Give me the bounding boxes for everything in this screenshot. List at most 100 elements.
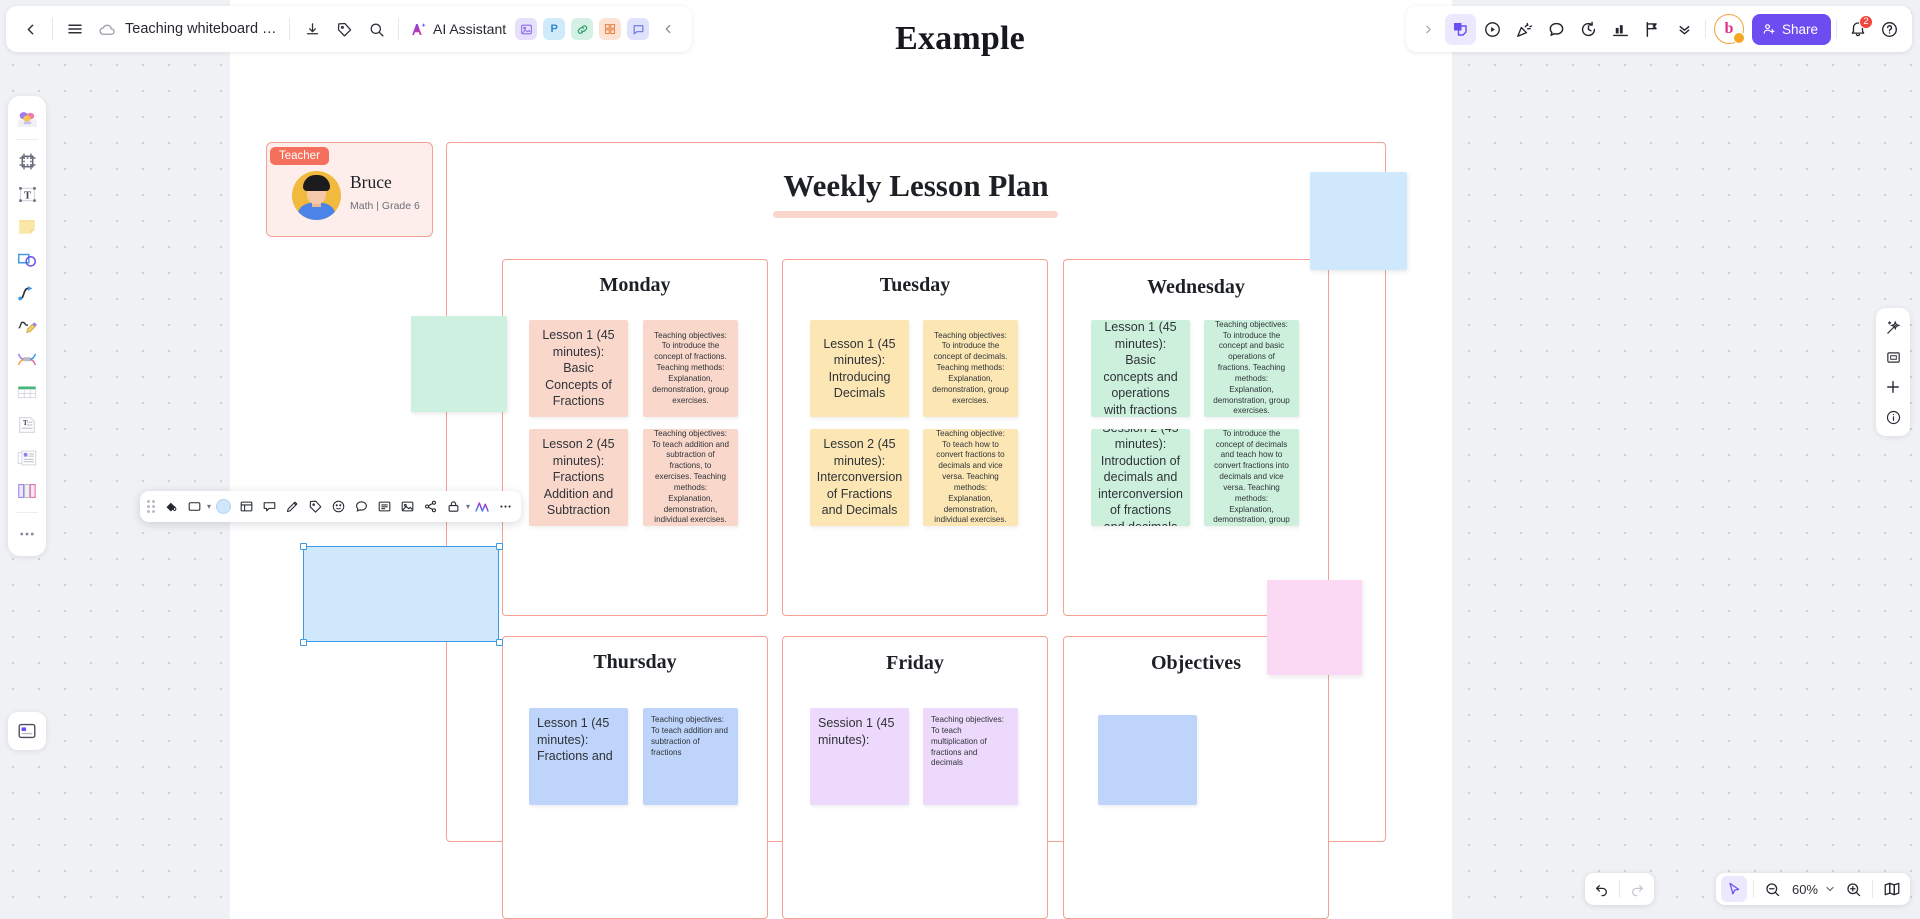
resize-handle-bottom-right[interactable]: [496, 639, 503, 646]
link-app-chip[interactable]: [571, 18, 594, 40]
note-tuesday-lesson-2-title[interactable]: Lesson 2 (45 minutes): Interconversion o…: [810, 429, 909, 526]
fit-screen-icon[interactable]: [1879, 343, 1907, 371]
question-circle-icon[interactable]: [1874, 14, 1905, 45]
note-tuesday-lesson-2-detail[interactable]: Teaching objective: To teach how to conv…: [923, 429, 1018, 526]
cursor-flag-icon[interactable]: [1637, 14, 1668, 45]
connector-line-icon[interactable]: [12, 278, 42, 308]
back-button[interactable]: [14, 13, 46, 45]
chevron-down-icon-lock[interactable]: ▾: [466, 502, 470, 511]
presentation-app-chip[interactable]: P: [543, 18, 566, 40]
user-avatar[interactable]: b: [1713, 14, 1745, 44]
day-title-monday: Monday: [599, 274, 671, 296]
divider: [1836, 20, 1837, 38]
comment-icon[interactable]: [350, 496, 372, 518]
selected-blue-shape[interactable]: [303, 546, 499, 642]
share-node-icon[interactable]: [419, 496, 441, 518]
note-friday-lesson-1-title[interactable]: Session 1 (45 minutes):: [810, 708, 909, 805]
note-monday-lesson-1-title[interactable]: Lesson 1 (45 minutes): Basic Concepts of…: [529, 320, 628, 417]
sticky-note-tool-icon[interactable]: [1444, 13, 1476, 45]
note-objectives-placeholder[interactable]: [1098, 715, 1197, 805]
ai-magic-icon[interactable]: [471, 496, 493, 518]
vote-chart-icon[interactable]: [1605, 14, 1636, 45]
pen-icon[interactable]: [281, 496, 303, 518]
note-tuesday-lesson-1-detail[interactable]: Teaching objectives: To introduce the co…: [923, 320, 1018, 417]
color-swatch-icon[interactable]: [212, 496, 234, 518]
sticky-note-icon[interactable]: [12, 212, 42, 242]
fill-color-icon[interactable]: [160, 496, 182, 518]
note-wednesday-lesson-1-detail[interactable]: Teaching objectives: To introduce the co…: [1204, 320, 1299, 417]
comment-bubble-icon[interactable]: [1541, 14, 1572, 45]
timer-icon[interactable]: [1573, 14, 1604, 45]
table-icon[interactable]: [12, 377, 42, 407]
templates-icon[interactable]: [12, 103, 42, 133]
comment-app-chip[interactable]: [627, 18, 650, 40]
lock-icon[interactable]: [442, 496, 464, 518]
undo-arrow-icon[interactable]: [1589, 876, 1615, 902]
frame-icon[interactable]: [12, 146, 42, 176]
image-app-chip[interactable]: [515, 18, 538, 40]
teacher-avatar: [292, 171, 341, 220]
layout-frame-icon[interactable]: [235, 496, 257, 518]
minimap-icon[interactable]: [1879, 876, 1905, 902]
zoom-level-value[interactable]: 60%: [1788, 882, 1820, 897]
more-options-icon[interactable]: [494, 496, 516, 518]
search-icon[interactable]: [360, 13, 392, 45]
magic-wand-icon[interactable]: [1879, 313, 1907, 341]
sticky-note-green-left[interactable]: [411, 316, 507, 412]
note-thursday-lesson-1-detail[interactable]: Teaching objectives: To teach addition a…: [643, 708, 738, 805]
more-tools-icon[interactable]: [12, 519, 42, 549]
emoji-icon[interactable]: [327, 496, 349, 518]
share-button[interactable]: Share: [1751, 13, 1831, 45]
zoom-out-icon[interactable]: [1760, 876, 1786, 902]
note-friday-lesson-1-detail[interactable]: Teaching objectives: To teach multiplica…: [923, 708, 1018, 805]
note-wednesday-lesson-2-detail[interactable]: Teaching objectives: To introduce the co…: [1204, 429, 1299, 526]
note-text-icon[interactable]: [373, 496, 395, 518]
mind-map-icon[interactable]: [12, 344, 42, 374]
shapes-icon[interactable]: [12, 245, 42, 275]
image-icon[interactable]: [396, 496, 418, 518]
note-thursday-lesson-1-title[interactable]: Lesson 1 (45 minutes): Fractions and: [529, 708, 628, 805]
info-circle-icon[interactable]: [1879, 403, 1907, 431]
download-icon[interactable]: [296, 13, 328, 45]
hamburger-menu-icon[interactable]: [59, 13, 91, 45]
chevron-down-icon[interactable]: ▾: [207, 502, 211, 511]
expand-toolbar-button[interactable]: [1413, 14, 1444, 45]
apps-library-icon[interactable]: [8, 712, 46, 750]
chevron-double-down-icon[interactable]: [1669, 14, 1700, 45]
sticky-note-pink-right[interactable]: [1267, 580, 1362, 675]
resize-handle-top-right[interactable]: [496, 543, 503, 550]
sticky-note-blue-top-right[interactable]: [1310, 172, 1407, 270]
add-plus-icon[interactable]: [1879, 373, 1907, 401]
grid-app-chip[interactable]: [599, 18, 622, 40]
redo-arrow-icon[interactable]: [1624, 876, 1650, 902]
drag-handle-dots[interactable]: [147, 500, 155, 513]
note-wednesday-lesson-2-title[interactable]: Session 2 (45 minutes): Introduction of …: [1091, 429, 1190, 526]
day-title-friday: Friday: [886, 652, 944, 674]
note-monday-lesson-2-title[interactable]: Lesson 2 (45 minutes): Fractions Additio…: [529, 429, 628, 526]
collapse-toolbar-button[interactable]: [652, 13, 684, 45]
resize-handle-bottom-left[interactable]: [300, 639, 307, 646]
pen-draw-icon[interactable]: [12, 311, 42, 341]
tag-icon[interactable]: [304, 496, 326, 518]
bell-icon[interactable]: 2: [1842, 14, 1873, 45]
document-title[interactable]: Teaching whiteboard stic...: [123, 21, 283, 37]
shape-style-icon[interactable]: [183, 496, 205, 518]
callout-icon[interactable]: [258, 496, 280, 518]
cards-icon[interactable]: [12, 443, 42, 473]
celebrate-icon[interactable]: [1509, 14, 1540, 45]
document-icon[interactable]: T: [12, 410, 42, 440]
note-tuesday-lesson-1-title[interactable]: Lesson 1 (45 minutes): Introducing Decim…: [810, 320, 909, 417]
note-monday-lesson-1-detail[interactable]: Teaching objectives: To introduce the co…: [643, 320, 738, 417]
note-monday-lesson-2-detail[interactable]: Teaching objectives: To teach addition a…: [643, 429, 738, 526]
tag-icon[interactable]: [328, 13, 360, 45]
zoom-in-icon[interactable]: [1840, 876, 1866, 902]
kanban-columns-icon[interactable]: [12, 476, 42, 506]
chevron-down-icon[interactable]: [1822, 876, 1838, 902]
notification-badge: 2: [1859, 14, 1873, 29]
note-wednesday-lesson-1-title[interactable]: Lesson 1 (45 minutes): Basic concepts an…: [1091, 320, 1190, 417]
ai-assistant-button[interactable]: AI Assistant: [405, 13, 512, 45]
resize-handle-top-left[interactable]: [300, 543, 307, 550]
cursor-select-icon[interactable]: [1720, 876, 1747, 902]
play-circle-icon[interactable]: [1477, 14, 1508, 45]
text-box-icon[interactable]: T: [12, 179, 42, 209]
